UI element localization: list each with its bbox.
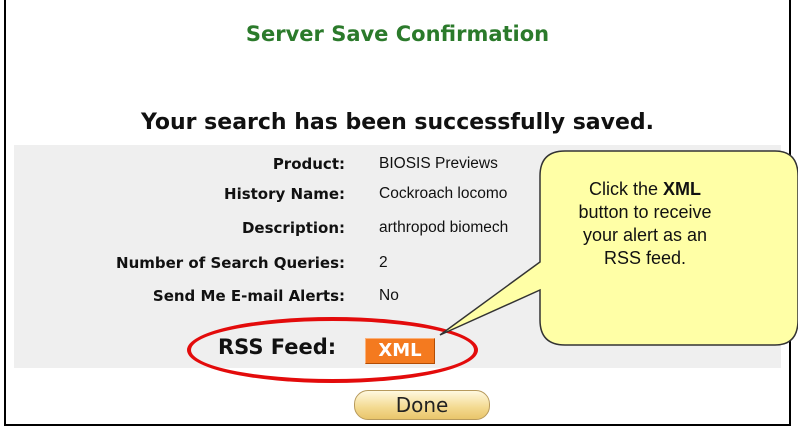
callout-text: Click the XML button to receive your ale…	[545, 178, 745, 270]
callout-line: RSS feed.	[603, 248, 687, 268]
callout-line: Click the	[588, 179, 664, 199]
callout-line: button to receive	[578, 202, 712, 222]
callout-emphasis: XML	[663, 179, 702, 199]
callout-line: your alert as an	[582, 225, 708, 245]
